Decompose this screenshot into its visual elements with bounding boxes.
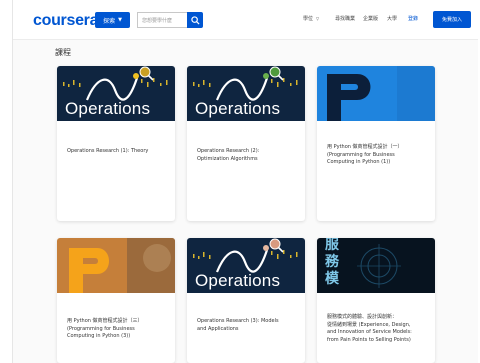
course-thumbnail [317,66,435,121]
course-thumbnail: Operations [187,66,305,121]
search-icon [190,15,200,25]
course-title[interactable]: Operations Research (1): Theory [67,148,167,156]
nav-enterprise[interactable]: 企業版 [363,15,378,22]
magnifier-icon [269,66,284,81]
chevron-down-icon: ▼ [118,17,122,23]
course-thumbnail: Operations [57,66,175,121]
course-thumbnail [57,238,175,293]
nav-university[interactable]: 大學 [387,15,397,22]
python-p-graphic [69,238,175,293]
thumbnail-char: 服 [325,238,339,253]
course-card[interactable]: Operations Operations Research (2): Opti… [187,66,305,221]
browser-frame: coursera 探索 ▼ 您想要學什麼 學位 ▽ 尋找職業 企業版 大學 登錄… [12,0,478,363]
nav-degrees[interactable]: 學位 [303,15,313,22]
explore-button[interactable]: 探索 ▼ [95,12,130,28]
magnifier-icon [139,66,154,81]
coursera-logo[interactable]: coursera [33,12,99,30]
thumbnail-text: Operations [195,271,281,290]
course-thumbnail: Operations [187,238,305,293]
thumbnail-text: Operations [195,99,281,118]
course-title[interactable]: 用 Python 做商管程式設計（三） (Programming for Bus… [67,318,167,341]
magnifier-icon [269,238,284,253]
chevron-down-icon[interactable]: ▽ [316,16,319,21]
thumbnail-text: Operations [65,99,151,118]
section-title: 課程 [55,48,71,57]
nav-find-career[interactable]: 尋找職業 [335,15,355,22]
course-title[interactable]: Operations Research (3): Models and Appl… [197,318,297,333]
join-free-button[interactable]: 免費加入 [433,11,471,28]
thumbnail-char: 務 [325,254,339,270]
course-card[interactable]: 用 Python 做商管程式設計（三） (Programming for Bus… [57,238,175,363]
course-title[interactable]: Operations Research (2): Optimization Al… [197,148,297,163]
course-title[interactable]: 用 Python 做商管程式設計（一） (Programming for Bus… [327,144,427,167]
top-header: coursera 探索 ▼ 您想要學什麼 學位 ▽ 尋找職業 企業版 大學 登錄… [13,0,478,40]
course-card[interactable]: 用 Python 做商管程式設計（一） (Programming for Bus… [317,66,435,221]
python-p-graphic [327,66,435,121]
thumbnail-char: 模 [325,271,339,287]
search-button[interactable] [187,12,203,28]
course-card[interactable]: Operations Operations Research (1): Theo… [57,66,175,221]
explore-label: 探索 [103,17,116,25]
course-thumbnail: 服 務 模 [317,238,435,293]
nav-login[interactable]: 登錄 [408,15,418,22]
course-card[interactable]: Operations Operations Research (3): Mode… [187,238,305,363]
course-title[interactable]: 服務模式的體驗、設計與創新： 從情緒到場景 (Experience, Desig… [327,314,427,344]
search-input[interactable]: 您想要學什麼 [137,12,187,28]
course-card[interactable]: 服 務 模 服務模式的體驗、設計與創新： 從情緒到場景 (Experience,… [317,238,435,363]
